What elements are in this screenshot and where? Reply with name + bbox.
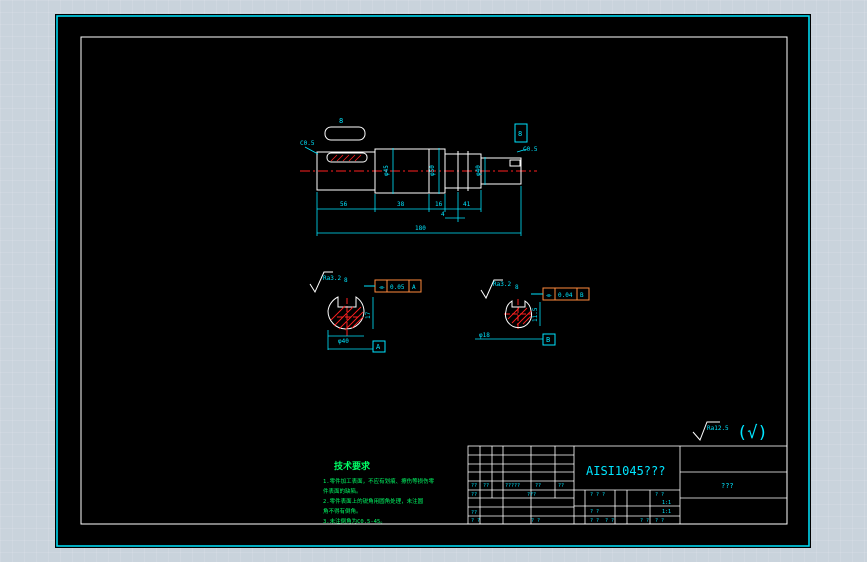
drawing-sheet: 8 8 C0.5 C0.5 φ45 φ50 φ40 56 38 16 41 4 … (55, 14, 811, 548)
svg-text:??: ?? (471, 492, 477, 498)
notes-line-2: 件表面的缺陷。 (323, 487, 362, 495)
section-1-diameter: φ40 (338, 338, 349, 345)
svg-text:?????: ????? (505, 483, 520, 489)
notes-title: 技术要求 (334, 460, 371, 472)
section-2-roughness: Ra3.2 (493, 281, 511, 288)
svg-text:? ?: ? ? (655, 492, 664, 498)
section-2-diameter: φ18 (479, 332, 490, 339)
tolerance-symbol-2: ⌯ (546, 291, 552, 299)
svg-text:??: ?? (471, 510, 477, 516)
title-small-cells: ?? ?? ????? ?? ?? ?? ?? ??? ? ? ? ? ? ? … (471, 483, 671, 524)
svg-text:? ? ?: ? ? ? (590, 492, 605, 498)
section-1-datum: A (376, 343, 381, 351)
main-shaft-view: 8 8 C0.5 C0.5 φ45 φ50 φ40 56 38 16 41 4 … (300, 117, 538, 236)
key-label: 8 (339, 117, 343, 125)
svg-text:??: ?? (535, 483, 541, 489)
title-material: AISI1045??? (586, 464, 665, 478)
svg-text:? ?: ? ? (655, 518, 664, 524)
notes-line-1: 1.零件加工表面，不应有划痕、擦伤等损伤零 (323, 477, 435, 485)
section-1-width: 8 (344, 277, 348, 284)
title-drawing-name: ??? (721, 482, 734, 490)
section-view-2: Ra3.2 8 ⌯ 0.04 B 11.5 φ18 B (475, 279, 590, 346)
diameter-1: φ45 (383, 165, 390, 176)
right-key-label: 8 (518, 130, 522, 138)
section-1-datum-ref: A (412, 284, 416, 291)
section-2-datum-ref: B (580, 292, 584, 299)
svg-text:? ?: ? ? (531, 518, 540, 524)
cad-drawing: 8 8 C0.5 C0.5 φ45 φ50 φ40 56 38 16 41 4 … (56, 15, 810, 547)
section-2-datum: B (546, 336, 550, 344)
section-view-1: Ra3.2 8 ⌯ 0.05 A 17 φ40 A (309, 271, 422, 353)
svg-text:? ?: ? ? (605, 518, 614, 524)
svg-text:??: ?? (483, 483, 489, 489)
general-surface-finish: Ra12.5 (√) (692, 421, 768, 443)
svg-text:? ?: ? ? (640, 518, 649, 524)
section-1-tolerance: 0.05 (390, 284, 405, 291)
keyway-right (509, 159, 521, 167)
section-2-tolerance: 0.04 (558, 292, 573, 299)
length-4: 41 (463, 201, 471, 208)
svg-text:??: ?? (558, 483, 564, 489)
svg-text:??: ?? (471, 483, 477, 489)
length-5: 4 (441, 211, 445, 218)
key-top-view (324, 126, 366, 141)
total-length: 180 (415, 225, 426, 232)
svg-text:? ?: ? ? (590, 518, 599, 524)
notes-line-4: 角不得有倒角。 (323, 507, 362, 515)
chamfer-right-label: C0.5 (523, 146, 538, 153)
svg-text:1:1: 1:1 (662, 509, 671, 515)
svg-text:? ?: ? ? (471, 518, 480, 524)
chamfer-left-label: C0.5 (300, 140, 315, 147)
length-1: 56 (340, 201, 348, 208)
sheet-border (56, 15, 810, 547)
svg-text:1:1: 1:1 (662, 500, 671, 506)
diameter-2: φ50 (429, 165, 436, 176)
section-1-depth: 17 (365, 311, 372, 319)
surface-finish-label: Ra12.5 (707, 425, 729, 432)
section-2-width: 8 (515, 284, 519, 291)
tolerance-symbol-1: ⌯ (379, 283, 385, 291)
inner-frame (80, 36, 788, 525)
section-1-roughness: Ra3.2 (323, 275, 341, 282)
length-2: 38 (397, 201, 405, 208)
surface-finish-note: (√) (737, 423, 768, 443)
svg-text:? ?: ? ? (590, 509, 599, 515)
notes-line-5: 3.未注倒角为C0.5-45。 (323, 517, 386, 525)
section-2-depth: 11.5 (532, 307, 539, 322)
length-3: 16 (435, 201, 443, 208)
diameter-3: φ40 (475, 165, 482, 176)
technical-notes: 技术要求 1.零件加工表面，不应有划痕、擦伤等损伤零 件表面的缺陷。 2.零件表… (323, 460, 435, 525)
notes-line-3: 2.零件表面上的锐角用圆角处理，未注圆 (323, 497, 424, 505)
svg-text:???: ??? (527, 492, 536, 498)
